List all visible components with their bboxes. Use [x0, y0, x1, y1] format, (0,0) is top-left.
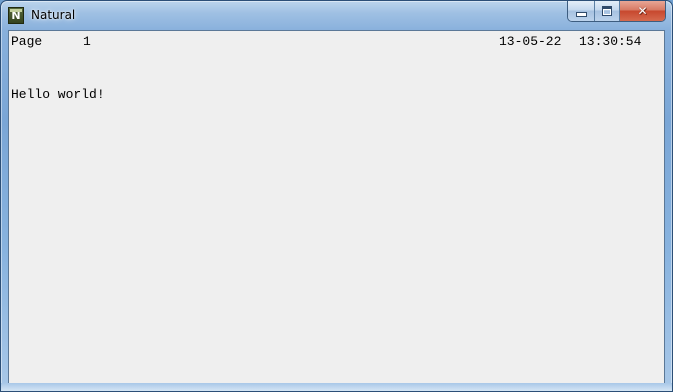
minimize-button[interactable] [568, 1, 594, 21]
window-title: Natural [31, 8, 76, 22]
close-button[interactable]: ✕ [619, 1, 665, 21]
minimize-icon [575, 11, 587, 17]
close-icon: ✕ [637, 4, 648, 18]
maximize-icon [602, 6, 612, 16]
report-output-area: Page 1 13-05-22 13:30:54 Hello world! [8, 30, 665, 384]
natural-app-icon[interactable]: N [8, 7, 24, 24]
output-message: Hello world! [11, 87, 105, 102]
app-icon-letter: N [11, 9, 21, 22]
window-bottom-border [1, 383, 672, 391]
report-date: 13-05-22 [499, 34, 562, 49]
title-bar[interactable]: N Natural ✕ [1, 1, 672, 30]
maximize-button[interactable] [594, 1, 619, 21]
page-number: 1 [83, 34, 91, 49]
window-controls: ✕ [567, 1, 666, 22]
report-time: 13:30:54 [579, 34, 642, 49]
natural-window: N Natural ✕ Page 1 13-05-22 13:30:54 Hel… [0, 0, 673, 392]
page-label: Page [11, 34, 43, 49]
